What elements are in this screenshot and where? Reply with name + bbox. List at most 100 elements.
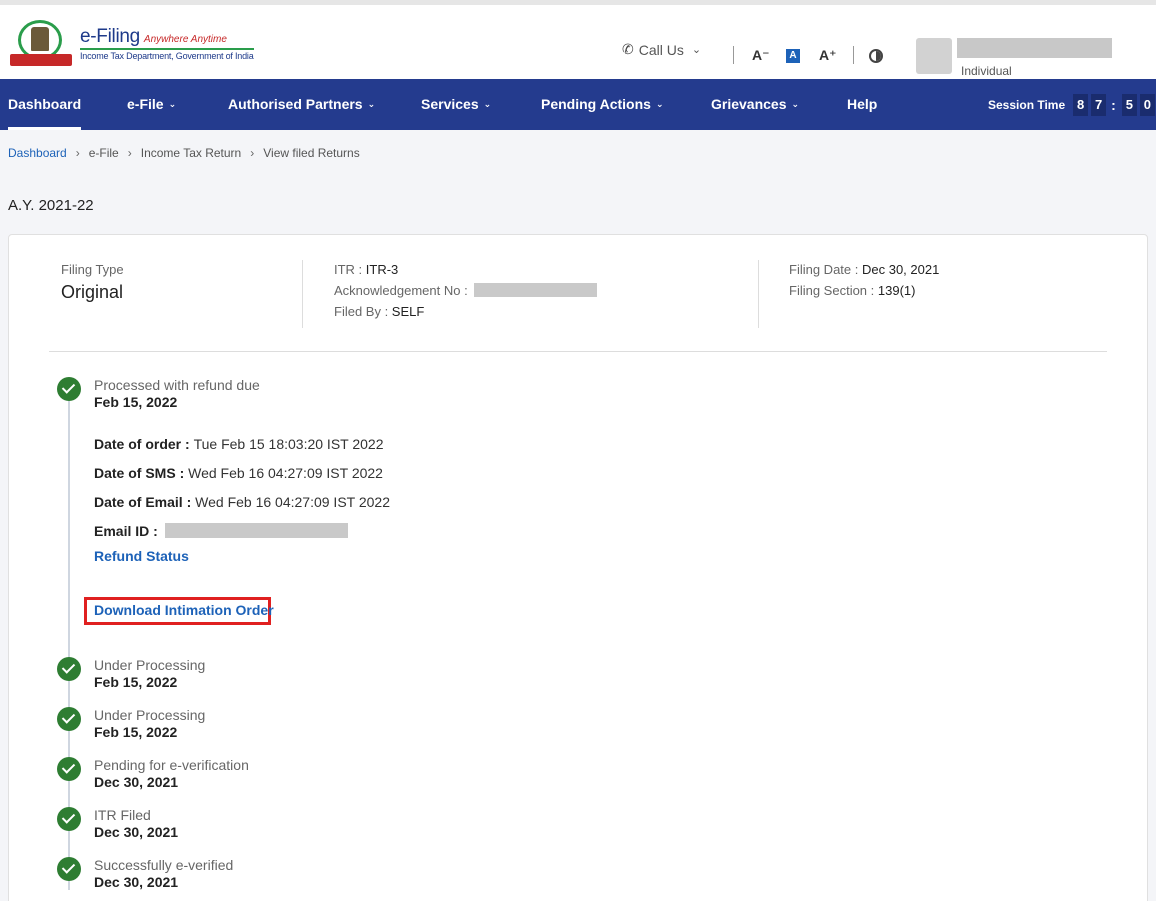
email-id-label: Email ID : (94, 523, 162, 539)
check-circle-icon (57, 807, 81, 831)
nav-label: e-File (127, 96, 164, 112)
session-timer: Session Time 8 7 : 5 0 (988, 79, 1155, 130)
divider (853, 46, 854, 64)
breadcrumb-dashboard[interactable]: Dashboard (8, 146, 67, 160)
step-date: Dec 30, 2021 (94, 824, 179, 840)
timeline-step: Pending for e-verification Dec 30, 2021 (94, 757, 249, 790)
itr-label: ITR : (334, 262, 366, 277)
step-date: Feb 15, 2022 (94, 394, 178, 410)
breadcrumb-income-tax-return: Income Tax Return (140, 146, 242, 160)
nav-services[interactable]: Services ⌄ (421, 79, 491, 130)
filed-by-label: Filed By : (334, 304, 392, 319)
user-role: Individual (961, 64, 1012, 78)
timeline-step: Under Processing Feb 15, 2022 (94, 657, 205, 690)
order-date-row: Date of order : Tue Feb 15 18:03:20 IST … (94, 436, 384, 452)
nav-dashboard[interactable]: Dashboard (8, 79, 82, 130)
nav-pending-actions[interactable]: Pending Actions ⌄ (541, 79, 663, 130)
nav-grievances[interactable]: Grievances ⌄ (711, 79, 799, 130)
font-decrease-button[interactable]: A⁻ (752, 47, 770, 64)
check-circle-icon (57, 707, 81, 731)
step-status: Under Processing (94, 707, 206, 723)
step-status: ITR Filed (94, 807, 151, 823)
order-date-label: Date of order : (94, 436, 194, 452)
chevron-down-icon: ⌄ (655, 99, 664, 109)
breadcrumb-separator: › (250, 146, 255, 160)
font-normal-button[interactable]: A (786, 49, 800, 63)
divider (758, 260, 759, 328)
step-status: Successfully e-verified (94, 857, 234, 873)
font-increase-button[interactable]: A⁺ (819, 47, 837, 64)
nav-label: Pending Actions (541, 96, 651, 112)
return-details-card: Filing Type Original ITR : ITR-3 Acknowl… (8, 234, 1148, 901)
session-colon: : (1111, 96, 1116, 113)
session-digit: 7 (1091, 93, 1107, 116)
contrast-toggle-icon[interactable] (869, 49, 883, 63)
filed-by-value: SELF (391, 304, 425, 319)
call-us-dropdown[interactable]: ✆ Call Us ⌄ (622, 41, 701, 58)
nav-label: Services (421, 96, 479, 112)
step-date: Dec 30, 2021 (94, 874, 179, 890)
brand-title: e-Filing (80, 25, 140, 47)
filing-date-value: Dec 30, 2021 (861, 262, 940, 277)
assessment-year-title: A.Y. 2021-22 (8, 197, 94, 214)
breadcrumb-view-filed-returns: View filed Returns (263, 146, 360, 160)
breadcrumb-separator: › (127, 146, 132, 160)
nav-authorised-partners[interactable]: Authorised Partners ⌄ (228, 79, 375, 130)
session-digit: 0 (1139, 93, 1155, 116)
check-circle-icon (57, 377, 81, 401)
divider (49, 351, 1107, 352)
filing-section-value: 139(1) (877, 283, 916, 298)
brand-text: e-Filing Anywhere Anytime Income Tax Dep… (80, 26, 254, 61)
refund-status-link[interactable]: Refund Status (94, 548, 189, 564)
filing-type-label: Filing Type (61, 262, 124, 277)
step-date: Feb 15, 2022 (94, 724, 178, 740)
check-circle-icon (57, 657, 81, 681)
nav-label: Help (847, 96, 878, 112)
email-date-label: Date of Email : (94, 494, 196, 510)
ack-number-redacted (474, 283, 598, 297)
chevron-down-icon: ⌄ (791, 99, 800, 109)
timeline-step: Successfully e-verified Dec 30, 2021 (94, 857, 233, 890)
ack-label: Acknowledgement No : (334, 283, 472, 298)
chevron-down-icon: ⌄ (691, 44, 702, 56)
nav-help[interactable]: Help (847, 79, 877, 130)
sms-date-label: Date of SMS : (94, 465, 189, 481)
email-id-row: Email ID : (94, 523, 348, 539)
session-digit: 8 (1073, 93, 1089, 116)
step-status: Under Processing (94, 657, 206, 673)
step-status: Pending for e-verification (94, 757, 249, 773)
avatar[interactable] (916, 38, 952, 74)
session-label: Session Time (988, 97, 1066, 112)
download-intimation-order-link[interactable]: Download Intimation Order (94, 602, 274, 618)
brand-subtitle: Income Tax Department, Government of Ind… (80, 47, 254, 61)
efiling-logo[interactable]: e-Filing Anywhere Anytime Income Tax Dep… (8, 18, 254, 68)
brand-tagline: Anywhere Anytime (143, 33, 227, 45)
top-header: e-Filing Anywhere Anytime Income Tax Dep… (0, 0, 1156, 79)
sms-date-value: Wed Feb 16 04:27:09 IST 2022 (188, 465, 383, 481)
chevron-down-icon: ⌄ (367, 99, 376, 109)
check-circle-icon (57, 857, 81, 881)
filing-section-label: Filing Section : (789, 283, 878, 298)
email-date-row: Date of Email : Wed Feb 16 04:27:09 IST … (94, 494, 390, 510)
nav-label: Dashboard (8, 96, 82, 112)
divider (302, 260, 303, 328)
breadcrumb-separator: › (75, 146, 80, 160)
filing-type-value: Original (61, 282, 124, 302)
chevron-down-icon: ⌄ (168, 99, 177, 109)
filing-type-section: Filing Type Original (61, 262, 124, 303)
phone-icon: ✆ (622, 41, 634, 57)
nav-efile[interactable]: e-File ⌄ (127, 79, 176, 130)
check-circle-icon (57, 757, 81, 781)
divider (733, 46, 734, 64)
user-name-redacted[interactable] (957, 38, 1112, 58)
nav-label: Authorised Partners (228, 96, 363, 112)
itr-value: ITR-3 (365, 262, 399, 277)
filing-date-section: Filing Date : Dec 30, 2021 Filing Sectio… (789, 262, 939, 304)
timeline-step: Under Processing Feb 15, 2022 (94, 707, 205, 740)
session-digit: 5 (1121, 93, 1137, 116)
filing-date-label: Filing Date : (789, 262, 862, 277)
breadcrumb-efile: e-File (88, 146, 119, 160)
call-us-label: Call Us (638, 41, 684, 58)
itr-details-section: ITR : ITR-3 Acknowledgement No : Filed B… (334, 262, 598, 325)
timeline-step: ITR Filed Dec 30, 2021 (94, 807, 178, 840)
